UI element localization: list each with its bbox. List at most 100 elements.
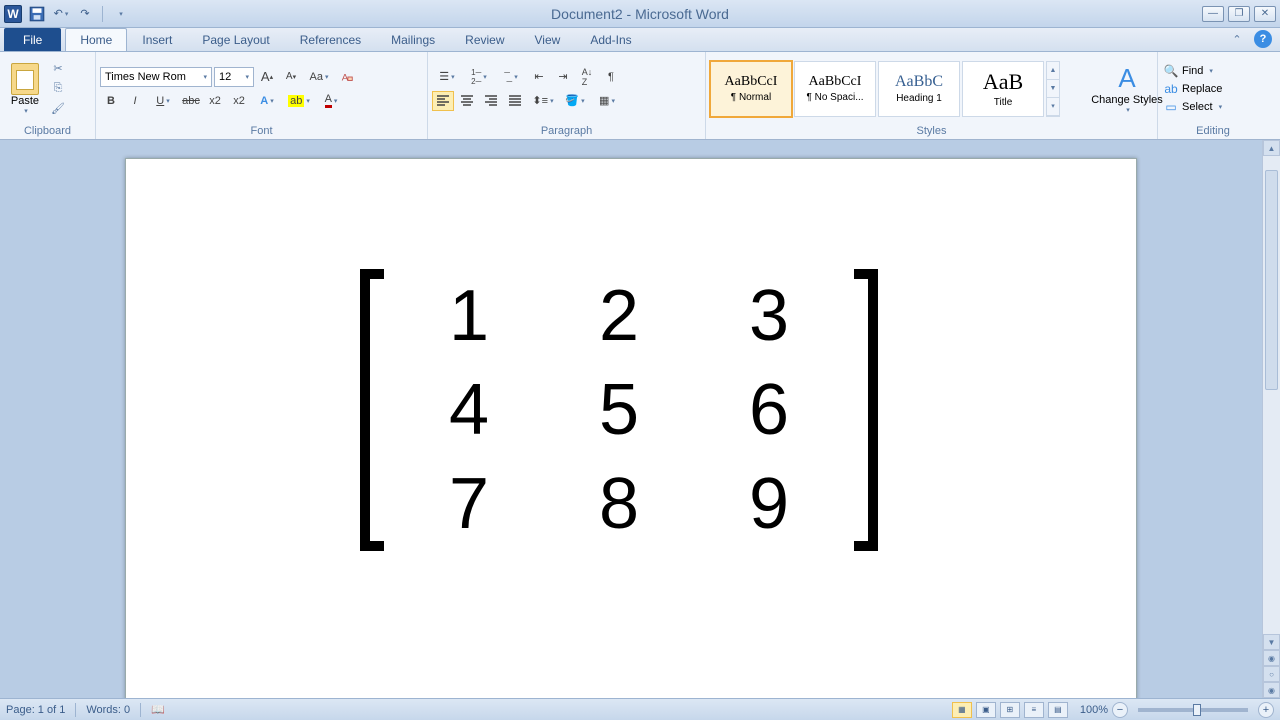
underline-icon[interactable]: U▾ bbox=[148, 91, 178, 111]
group-editing: 🔍Find▾ abReplace ▭Select▾ Editing bbox=[1158, 52, 1268, 139]
paragraph-group-label: Paragraph bbox=[432, 123, 701, 139]
style-heading1[interactable]: AaBbC Heading 1 bbox=[878, 61, 960, 117]
bold-icon[interactable]: B bbox=[100, 91, 122, 111]
status-proof-icon[interactable]: 📖 bbox=[151, 703, 165, 716]
view-print-layout-icon[interactable]: ▦ bbox=[952, 702, 972, 718]
strikethrough-icon[interactable]: abc bbox=[180, 91, 202, 111]
font-name-combo[interactable]: Times New Rom▾ bbox=[100, 67, 212, 87]
view-full-screen-icon[interactable]: ▣ bbox=[976, 702, 996, 718]
select-icon: ▭ bbox=[1164, 100, 1178, 114]
zoom-in-button[interactable]: + bbox=[1258, 702, 1274, 718]
qat-customize-icon[interactable]: ▾ bbox=[111, 5, 129, 23]
gallery-up-icon[interactable]: ▲ bbox=[1047, 62, 1059, 80]
numbering-icon[interactable]: 1─2─▾ bbox=[464, 67, 494, 87]
tab-home[interactable]: Home bbox=[65, 28, 127, 51]
scroll-down-icon[interactable]: ▼ bbox=[1263, 634, 1280, 650]
tab-page-layout[interactable]: Page Layout bbox=[187, 28, 284, 51]
zoom-knob[interactable] bbox=[1193, 704, 1201, 716]
group-paragraph: ☰▾ 1─2─▾ ─ ─▾ ⇤ ⇥ A↓Z ¶ ⬍≡▾ 🪣▾ ▦▾ bbox=[428, 52, 706, 139]
replace-button[interactable]: abReplace bbox=[1162, 81, 1224, 97]
redo-icon[interactable]: ↷ bbox=[76, 5, 94, 23]
view-web-layout-icon[interactable]: ⊞ bbox=[1000, 702, 1020, 718]
change-styles-icon: A bbox=[1118, 63, 1135, 94]
align-right-icon[interactable] bbox=[480, 91, 502, 111]
subscript-icon[interactable]: x2 bbox=[204, 91, 226, 111]
zoom-level[interactable]: 100% bbox=[1080, 704, 1108, 716]
app-icon[interactable]: W bbox=[4, 5, 22, 23]
undo-icon[interactable]: ↶▾ bbox=[52, 5, 70, 23]
zoom-out-button[interactable]: − bbox=[1112, 702, 1128, 718]
zoom-slider[interactable] bbox=[1138, 708, 1248, 712]
text-effects-icon[interactable]: A▾ bbox=[252, 91, 282, 111]
status-page[interactable]: Page: 1 of 1 bbox=[6, 704, 65, 716]
scroll-thumb[interactable] bbox=[1265, 170, 1278, 390]
justify-icon[interactable] bbox=[504, 91, 526, 111]
show-marks-icon[interactable]: ¶ bbox=[600, 67, 622, 87]
next-page-icon[interactable]: ◉ bbox=[1263, 682, 1280, 698]
styles-gallery: AaBbCcI ¶ Normal AaBbCcI ¶ No Spaci... A… bbox=[710, 61, 1095, 117]
gallery-down-icon[interactable]: ▼ bbox=[1047, 80, 1059, 98]
vertical-scrollbar: ▲ ▼ ◉ ○ ◉ bbox=[1262, 140, 1280, 698]
style-normal[interactable]: AaBbCcI ¶ Normal bbox=[710, 61, 792, 117]
matrix-cell: 6 bbox=[694, 363, 844, 457]
browse-object-icon[interactable]: ○ bbox=[1263, 666, 1280, 682]
scroll-up-icon[interactable]: ▲ bbox=[1263, 140, 1280, 156]
group-font: Times New Rom▾ 12▾ A▴ A▾ Aa▾ A B I U▾ ab… bbox=[96, 52, 428, 139]
font-color-icon[interactable]: A▾ bbox=[316, 91, 346, 111]
tab-insert[interactable]: Insert bbox=[127, 28, 187, 51]
line-spacing-icon[interactable]: ⬍≡▾ bbox=[528, 91, 558, 111]
grow-font-icon[interactable]: A▴ bbox=[256, 67, 278, 87]
minimize-button[interactable]: — bbox=[1202, 6, 1224, 22]
tab-review[interactable]: Review bbox=[450, 28, 519, 51]
change-case-icon[interactable]: Aa▾ bbox=[304, 67, 334, 87]
help-icon[interactable]: ? bbox=[1254, 30, 1272, 48]
tab-mailings[interactable]: Mailings bbox=[376, 28, 450, 51]
window-controls: — ❐ ✕ bbox=[1202, 6, 1276, 22]
align-left-icon[interactable] bbox=[432, 91, 454, 111]
view-outline-icon[interactable]: ≡ bbox=[1024, 702, 1044, 718]
save-icon[interactable] bbox=[28, 5, 46, 23]
font-size-combo[interactable]: 12▾ bbox=[214, 67, 254, 87]
shading-icon[interactable]: 🪣▾ bbox=[560, 91, 590, 111]
tab-addins[interactable]: Add-Ins bbox=[575, 28, 646, 51]
maximize-button[interactable]: ❐ bbox=[1228, 6, 1250, 22]
tab-file[interactable]: File bbox=[4, 28, 61, 51]
bullets-icon[interactable]: ☰▾ bbox=[432, 67, 462, 87]
close-button[interactable]: ✕ bbox=[1254, 6, 1276, 22]
paste-icon bbox=[11, 63, 39, 95]
increase-indent-icon[interactable]: ⇥ bbox=[552, 67, 574, 87]
group-styles: AaBbCcI ¶ Normal AaBbCcI ¶ No Spaci... A… bbox=[706, 52, 1158, 139]
style-no-spacing[interactable]: AaBbCcI ¶ No Spaci... bbox=[794, 61, 876, 117]
style-title[interactable]: AaB Title bbox=[962, 61, 1044, 117]
change-styles-button[interactable]: A Change Styles ▾ bbox=[1101, 63, 1153, 114]
sort-icon[interactable]: A↓Z bbox=[576, 67, 598, 87]
gallery-more-icon[interactable]: ▾ bbox=[1047, 98, 1059, 116]
multilevel-list-icon[interactable]: ─ ─▾ bbox=[496, 67, 526, 87]
left-bracket bbox=[360, 269, 384, 551]
quick-access-toolbar: W ↶▾ ↷ ▾ bbox=[0, 5, 129, 23]
copy-icon[interactable]: ⎘ bbox=[48, 80, 68, 98]
borders-icon[interactable]: ▦▾ bbox=[592, 91, 622, 111]
format-painter-icon[interactable]: 🖌 bbox=[48, 100, 68, 118]
shrink-font-icon[interactable]: A▾ bbox=[280, 67, 302, 87]
superscript-icon[interactable]: x2 bbox=[228, 91, 250, 111]
align-center-icon[interactable] bbox=[456, 91, 478, 111]
paste-button[interactable]: Paste ▾ bbox=[4, 61, 46, 117]
tab-references[interactable]: References bbox=[285, 28, 376, 51]
tab-view[interactable]: View bbox=[520, 28, 576, 51]
clipboard-group-label: Clipboard bbox=[4, 123, 91, 139]
status-words[interactable]: Words: 0 bbox=[86, 704, 130, 716]
prev-page-icon[interactable]: ◉ bbox=[1263, 650, 1280, 666]
select-button[interactable]: ▭Select▾ bbox=[1162, 99, 1224, 115]
italic-icon[interactable]: I bbox=[124, 91, 146, 111]
minimize-ribbon-icon[interactable]: ⌃ bbox=[1228, 30, 1246, 48]
decrease-indent-icon[interactable]: ⇤ bbox=[528, 67, 550, 87]
matrix-cell: 9 bbox=[694, 457, 844, 551]
cut-icon[interactable]: ✂ bbox=[48, 60, 68, 78]
highlight-icon[interactable]: ab▾ bbox=[284, 91, 314, 111]
view-draft-icon[interactable]: ▤ bbox=[1048, 702, 1068, 718]
matrix-equation: 1 2 3 4 5 6 7 8 9 bbox=[360, 269, 878, 551]
find-button[interactable]: 🔍Find▾ bbox=[1162, 63, 1224, 79]
clear-formatting-icon[interactable]: A bbox=[336, 67, 358, 87]
page[interactable]: 1 2 3 4 5 6 7 8 9 bbox=[125, 158, 1137, 698]
